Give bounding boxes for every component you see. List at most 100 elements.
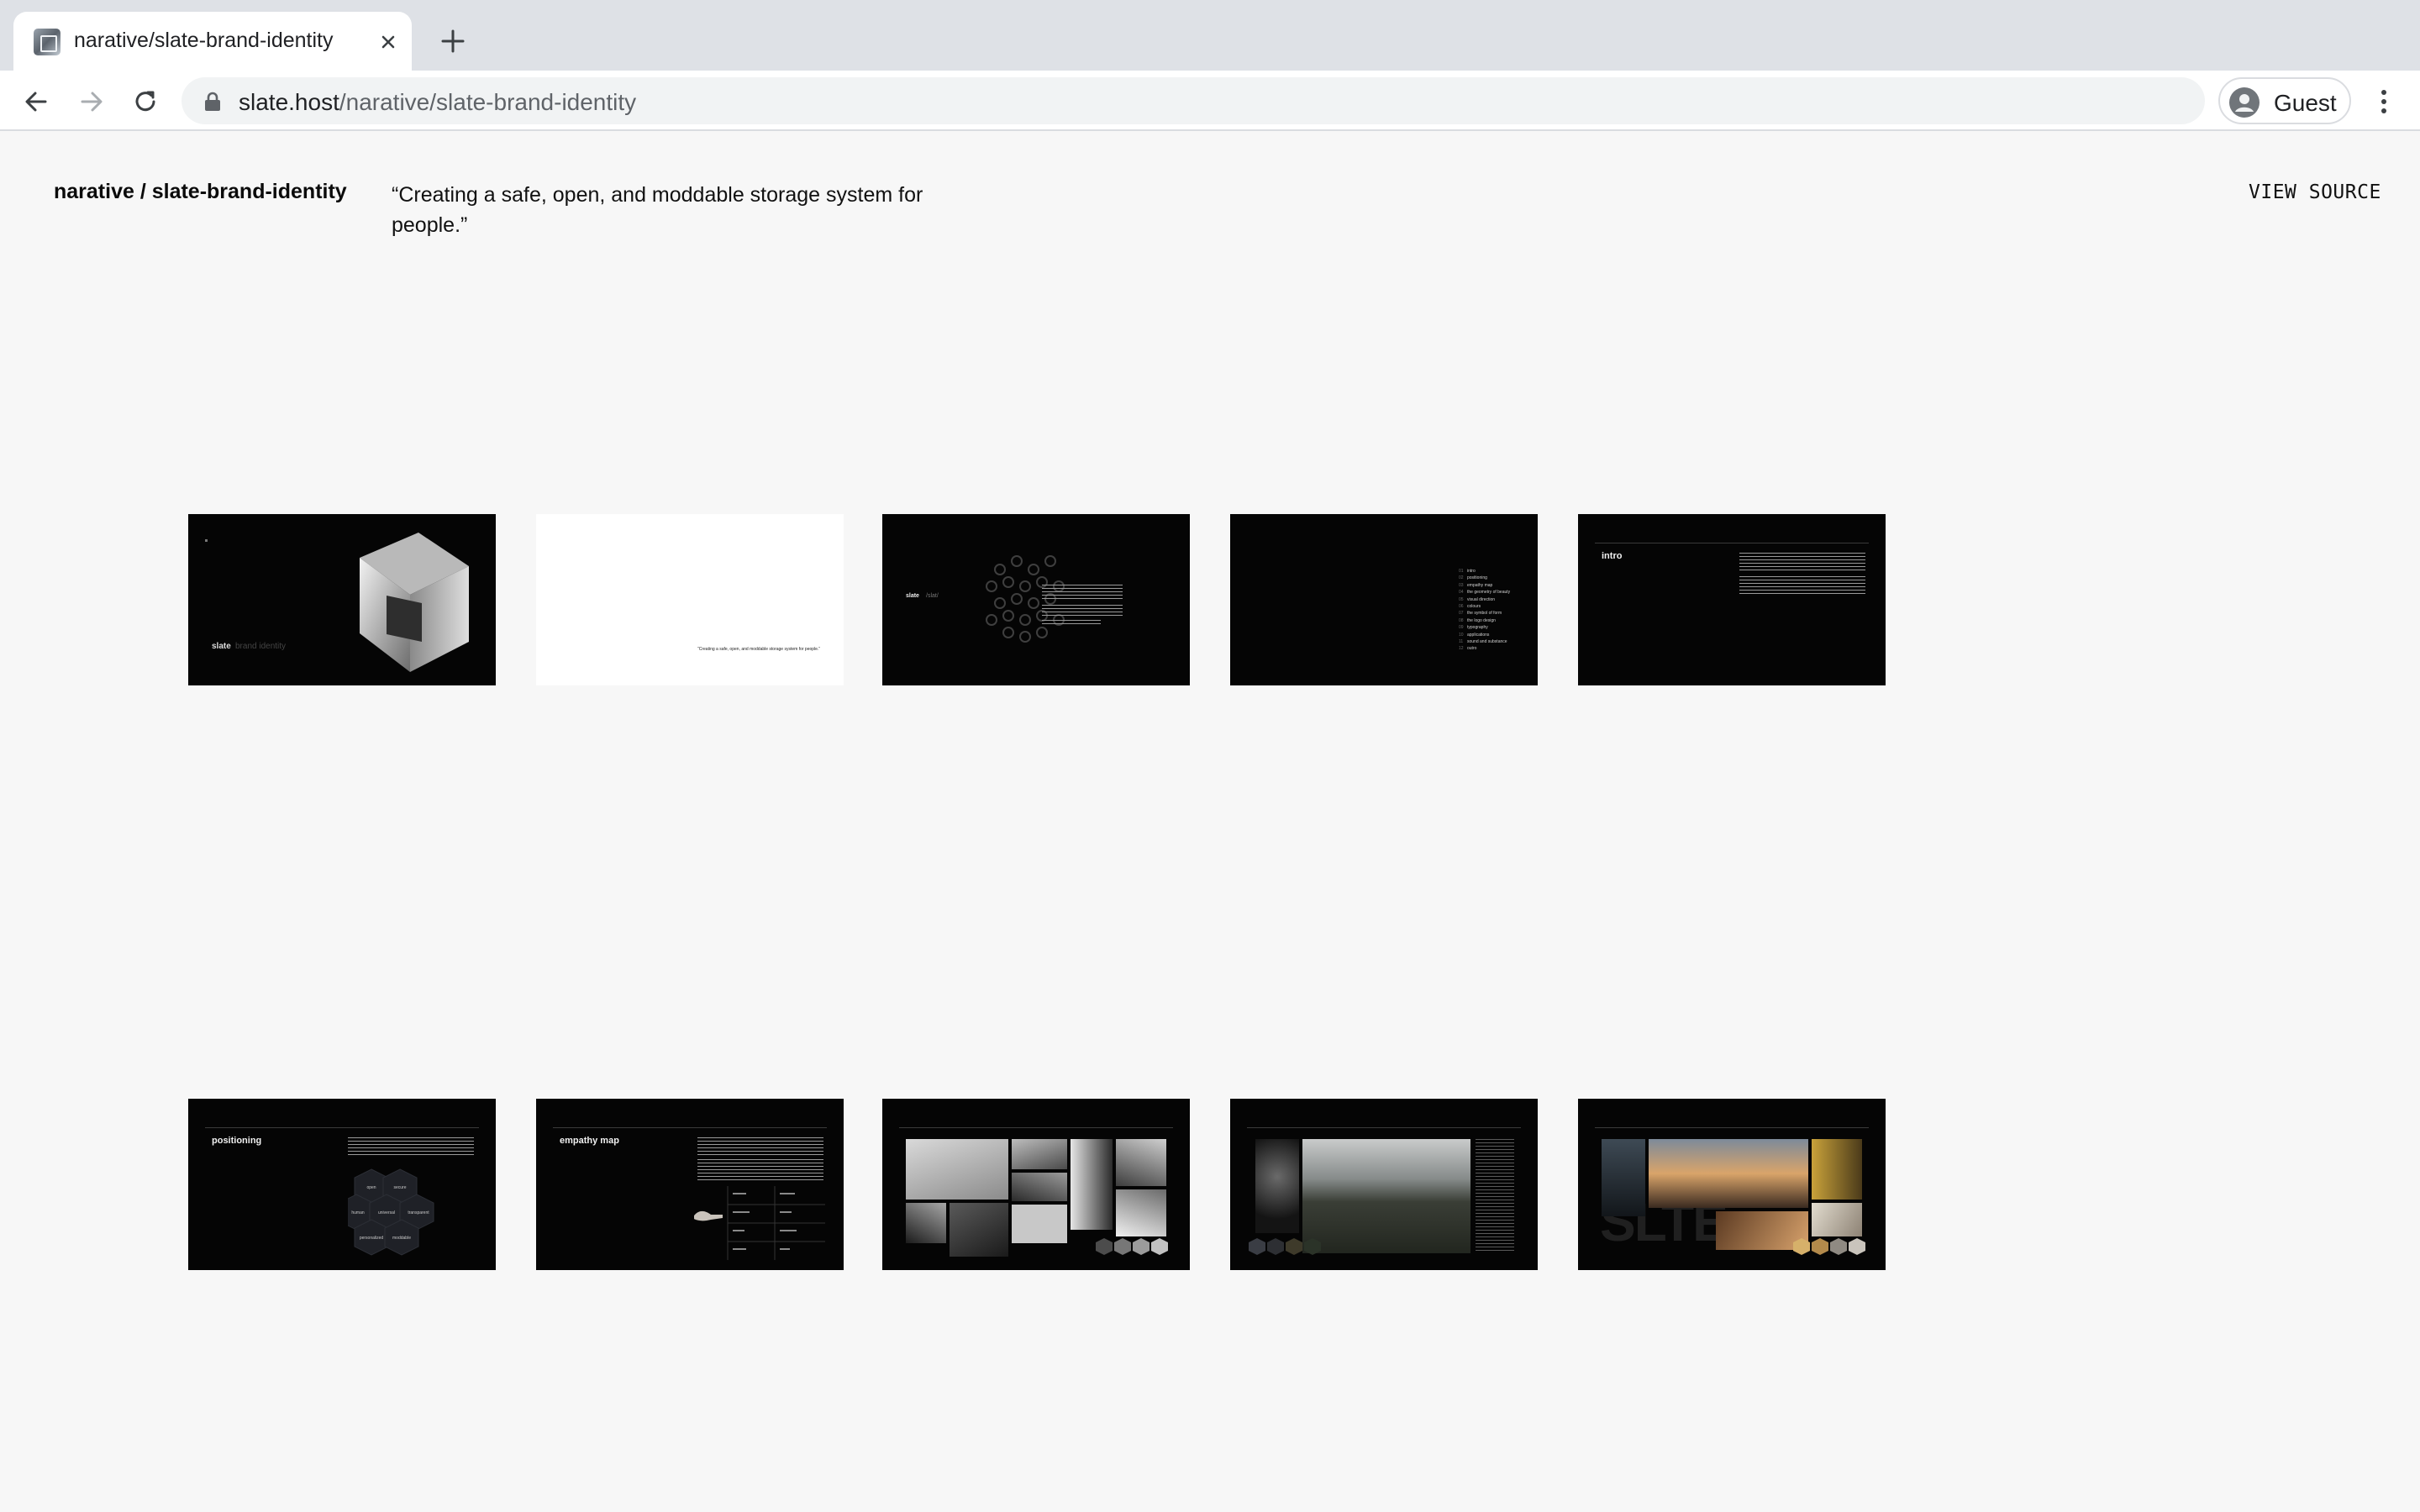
back-icon[interactable] xyxy=(20,86,52,118)
url-path: /narative/slate-brand-identity xyxy=(339,89,637,115)
page-content: narative / slate-brand-identity “Creatin… xyxy=(0,133,2420,1512)
moodboard-image xyxy=(906,1203,946,1243)
toc-item: 12 outro xyxy=(1459,645,1526,652)
toc-label: intro xyxy=(1467,569,1476,574)
toc-number: 11 xyxy=(1459,639,1464,645)
toc-label: the geometry of beauty xyxy=(1467,590,1511,596)
toc-item: 05 visual direction xyxy=(1459,596,1526,603)
address-bar[interactable]: slate.host/narative/slate-brand-identity xyxy=(182,77,2205,124)
view-source-button[interactable]: VIEW SOURCE xyxy=(2249,181,2381,203)
tab-strip: narative/slate-brand-identity xyxy=(0,0,2420,71)
colour-swatch-hex xyxy=(1114,1238,1131,1255)
hex-label: transparent xyxy=(408,1210,429,1215)
toc-label: colours xyxy=(1467,604,1481,610)
toc-label: applications xyxy=(1467,632,1490,638)
toc-label: the logo design xyxy=(1467,617,1496,623)
slide-thumbnail-2[interactable]: “Creating a safe, open, and moddable sto… xyxy=(536,514,844,685)
slide-brand: slate xyxy=(212,642,231,651)
slide-thumbnail-1[interactable]: slate brand identity xyxy=(188,514,496,685)
landscape-image xyxy=(1302,1139,1470,1253)
page-description: “Creating a safe, open, and moddable sto… xyxy=(392,183,923,237)
toc-number: 10 xyxy=(1459,632,1464,638)
close-icon[interactable] xyxy=(376,30,400,54)
slide-thumbnail-8[interactable] xyxy=(882,1099,1190,1270)
browser-tab[interactable]: narative/slate-brand-identity xyxy=(13,12,412,71)
colour-swatch-hex xyxy=(1830,1238,1847,1255)
url-text: slate.host/narative/slate-brand-identity xyxy=(239,89,636,116)
avatar-icon xyxy=(2229,87,2260,118)
slide-title: empathy map xyxy=(560,1136,619,1146)
slide-thumbnail-7[interactable]: empathy map xyxy=(536,1099,844,1270)
hex-label: human xyxy=(351,1210,365,1215)
toc-item: 06 colours xyxy=(1459,603,1526,610)
toc-label: outro xyxy=(1467,646,1477,652)
toc-number: 07 xyxy=(1459,611,1464,617)
colour-swatch-hex xyxy=(1151,1238,1168,1255)
colour-swatch-hex xyxy=(1849,1238,1865,1255)
moodboard-image xyxy=(1012,1173,1067,1201)
slide-marker xyxy=(205,539,208,542)
slide-thumbnail-5[interactable]: intro xyxy=(1578,514,1886,685)
toc-item: 07 the symbol of form xyxy=(1459,610,1526,617)
positioning-hexagon-diagram: open secure human universal transparent … xyxy=(348,1168,434,1256)
slide-rule xyxy=(899,1127,1173,1128)
slide-body-text xyxy=(1042,620,1101,625)
toc-label: empathy map xyxy=(1467,582,1493,588)
toc-number: 09 xyxy=(1459,625,1464,631)
slide-thumbnail-4[interactable]: 01 intro 02 positioning 03 empathy map 04 the g… xyxy=(1230,514,1538,685)
toc-label: the symbol of form xyxy=(1467,611,1502,617)
hex-label: moddable xyxy=(392,1236,411,1241)
slide-caption: “Creating a safe, open, and moddable sto… xyxy=(697,647,820,652)
browser-toolbar: slate.host/narative/slate-brand-identity… xyxy=(0,71,2420,131)
colour-swatch-hex xyxy=(1812,1238,1828,1255)
profile-label: Guest xyxy=(2274,90,2337,116)
toc-number: 12 xyxy=(1459,646,1464,652)
slide-thumbnail-10[interactable]: SLTE xyxy=(1578,1099,1886,1270)
forward-icon[interactable] xyxy=(76,86,108,118)
toc-label: sound and substance xyxy=(1467,639,1507,645)
slide-body-text xyxy=(1042,605,1123,618)
toc-item: 04 the geometry of beauty xyxy=(1459,589,1526,596)
slide-rule xyxy=(1247,1127,1521,1128)
profile-button[interactable]: Guest xyxy=(2218,77,2351,124)
colour-swatch-hex xyxy=(1249,1238,1265,1255)
slate-favicon-icon xyxy=(34,29,60,55)
slide-title: positioning xyxy=(212,1136,262,1146)
toc-number: 05 xyxy=(1459,596,1464,602)
colour-swatch-hex xyxy=(1267,1238,1284,1255)
reload-icon[interactable] xyxy=(129,86,161,118)
sunset-building-image xyxy=(1649,1139,1808,1208)
moodboard-image xyxy=(950,1203,1008,1257)
slide-thumbnail-6[interactable]: positioning open secure human universal … xyxy=(188,1099,496,1270)
interior-image xyxy=(1812,1139,1862,1200)
slide-subtitle: brand identity xyxy=(235,642,287,651)
hex-label: open xyxy=(366,1185,376,1190)
stone-sculpture-image xyxy=(1255,1139,1299,1233)
more-menu-icon[interactable] xyxy=(2370,86,2398,118)
toc-item: 11 sound and substance xyxy=(1459,638,1526,645)
lock-icon[interactable] xyxy=(203,92,222,112)
slide-thumbnail-9[interactable] xyxy=(1230,1099,1538,1270)
toc-number: 04 xyxy=(1459,590,1464,596)
slide-rule xyxy=(205,1127,479,1128)
slide-body-text xyxy=(348,1137,474,1156)
url-host: slate.host xyxy=(239,89,339,115)
slide-body-text xyxy=(1476,1139,1514,1253)
slide-title: intro xyxy=(1602,551,1623,561)
new-tab-icon[interactable] xyxy=(439,27,467,55)
cube-image xyxy=(360,533,469,672)
slide-rule xyxy=(1595,1127,1869,1128)
colour-swatch-hex xyxy=(1096,1238,1113,1255)
moodboard-image xyxy=(1116,1139,1166,1186)
slide-body-text xyxy=(1739,553,1865,573)
toc-label: visual direction xyxy=(1467,596,1496,602)
toc-number: 03 xyxy=(1459,582,1464,588)
moodboard-image xyxy=(1012,1205,1067,1243)
toc-number: 02 xyxy=(1459,575,1464,581)
slide-thumbnail-3[interactable]: slate /slat/ xyxy=(882,514,1190,685)
toc-item: 08 the logo design xyxy=(1459,617,1526,624)
empathy-map-grid xyxy=(694,1186,825,1260)
toc-number: 01 xyxy=(1459,569,1464,574)
toc-item: 03 empathy map xyxy=(1459,582,1526,589)
slide-body-text xyxy=(1739,576,1865,596)
